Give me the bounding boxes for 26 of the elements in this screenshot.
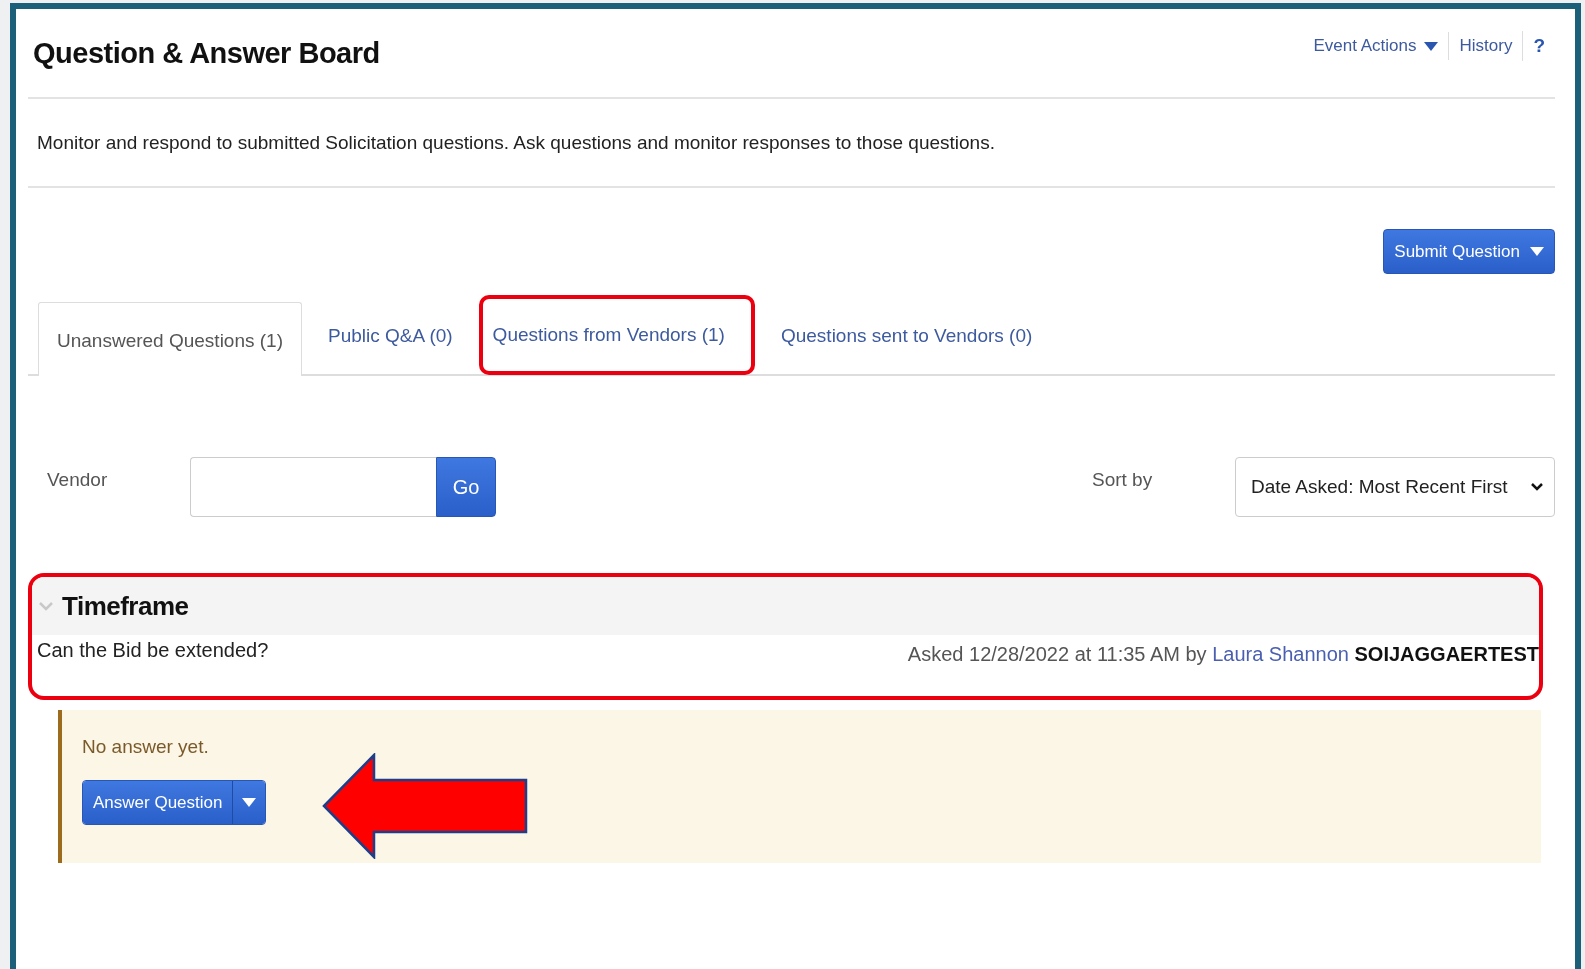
page-title: Question & Answer Board [33, 36, 380, 70]
author-link[interactable]: Laura Shannon [1212, 643, 1349, 665]
vendor-label: Vendor [47, 468, 109, 491]
page-description: Monitor and respond to submitted Solicitation questions. Ask questions and monitor responses to those questions. [28, 99, 1555, 188]
answer-question-button[interactable]: Answer Question [83, 781, 233, 824]
tab[interactable]: Questions sent to Vendors (0) [758, 298, 1055, 374]
chevron-down-icon [1530, 482, 1544, 492]
submit-question-button[interactable]: Submit Question [1383, 229, 1555, 274]
tab[interactable]: Questions from Vendors (1) [478, 295, 755, 375]
dropdown-toggle[interactable] [232, 781, 266, 824]
tab[interactable]: Public Q&A (0) [306, 298, 475, 374]
caret-icon [1530, 247, 1544, 256]
tab[interactable]: Unanswered Questions (1) [38, 302, 302, 376]
sort-label: Sort by [1092, 468, 1154, 491]
history-link[interactable]: History [1448, 32, 1523, 60]
go-button[interactable]: Go [436, 457, 496, 517]
event-actions-menu[interactable]: Event Actions [1303, 32, 1449, 60]
sort-dropdown[interactable]: Date Asked: Most Recent First [1235, 457, 1555, 517]
caret-icon [242, 798, 257, 807]
caret-icon [1424, 41, 1439, 51]
question-text: Can the Bid be extended? [37, 639, 269, 662]
answer-status: No answer yet. [82, 736, 210, 758]
asked-info: Asked 12/28/2022 at 11:35 AM by Laura Shannon SOIJAGGAERTEST [907, 643, 1539, 666]
vendor-field[interactable] [190, 457, 436, 517]
help-link[interactable]: ? [1522, 31, 1555, 61]
group-header[interactable]: Timeframe [32, 577, 1539, 635]
